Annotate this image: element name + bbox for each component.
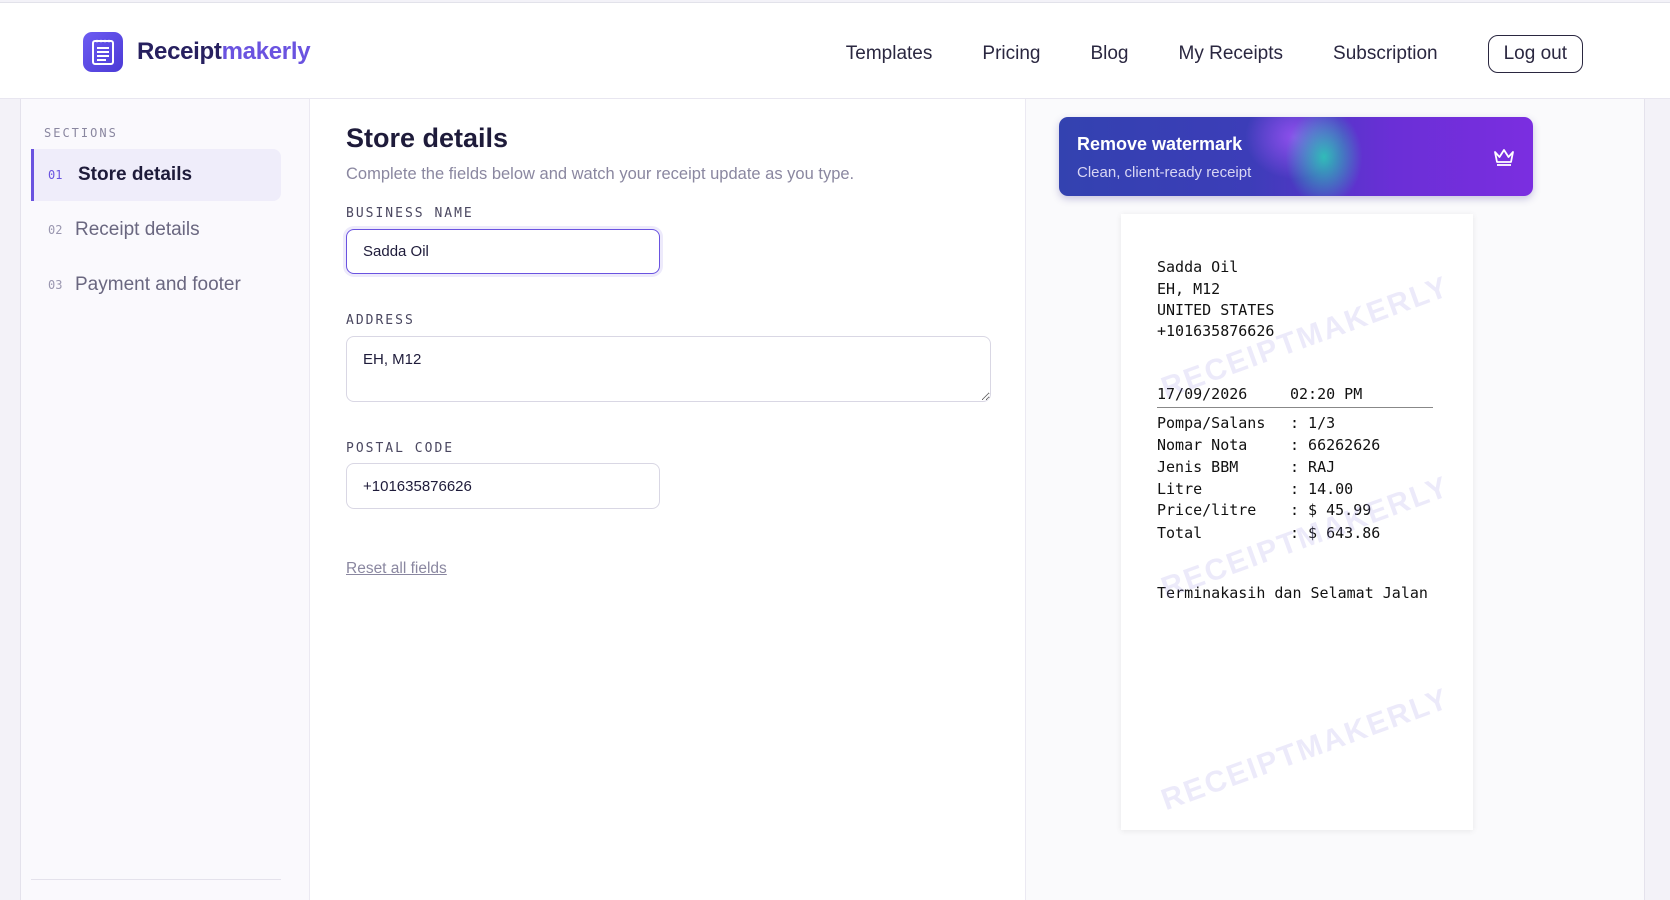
top-header: Receiptmakerly Templates Pricing Blog My… — [0, 2, 1670, 99]
postal-code-input[interactable] — [346, 463, 660, 509]
receipt-row-key: Price/litre — [1157, 501, 1257, 519]
receipt-row-value: : 66262626 — [1290, 436, 1381, 454]
receipt-row-key: Pompa/Salans — [1157, 414, 1266, 432]
receipt-separator — [1157, 407, 1433, 408]
banner-title: Remove watermark — [1077, 134, 1243, 154]
receipt-row: Jenis BBM : RAJ — [1157, 458, 1437, 476]
remove-watermark-banner[interactable]: Remove watermark Clean, client-ready rec… — [1059, 117, 1533, 196]
receipt-row-value: : RAJ — [1290, 458, 1336, 476]
sidebar-item-payment-footer[interactable]: 03 Payment and footer — [31, 259, 281, 311]
page-subtitle: Complete the fields below and watch your… — [346, 165, 855, 183]
receipt-paper: Sadda Oil EH, M12 UNITED STATES +1016358… — [1121, 214, 1473, 830]
brand-name-part1: Receipt — [137, 38, 222, 65]
business-name-label: BUSINESS NAME — [346, 206, 474, 221]
receipt-preview-panel: Remove watermark Clean, client-ready rec… — [1026, 99, 1644, 900]
receipt-address: EH, M12 — [1157, 280, 1221, 298]
receipt-row-key: Jenis BBM — [1157, 458, 1239, 476]
reset-fields-link[interactable]: Reset all fields — [346, 560, 447, 578]
brand-logo[interactable]: Receiptmakerly — [83, 32, 311, 72]
address-label: ADDRESS — [346, 313, 415, 328]
banner-subtitle: Clean, client-ready receipt — [1077, 164, 1252, 181]
sidebar-item-number: 01 — [48, 168, 63, 182]
sidebar-divider — [31, 879, 281, 880]
receipt-watermark: RECEIPTMAKERLY — [1157, 682, 1454, 818]
store-details-form: Store details Complete the fields below … — [311, 99, 1026, 900]
nav-subscription[interactable]: Subscription — [1333, 36, 1438, 72]
receipt-country: UNITED STATES — [1157, 301, 1275, 319]
page-title: Store details — [346, 123, 509, 153]
nav-templates[interactable]: Templates — [846, 36, 933, 72]
sidebar-item-label: Receipt details — [75, 219, 200, 240]
sidebar-item-label: Payment and footer — [75, 274, 241, 295]
brand-name: Receiptmakerly — [137, 38, 311, 66]
logout-button[interactable]: Log out — [1487, 35, 1583, 73]
receipt-row-key: Litre — [1157, 480, 1203, 498]
sidebar-item-number: 02 — [48, 223, 63, 237]
sidebar-item-receipt-details[interactable]: 02 Receipt details — [31, 204, 281, 256]
sidebar-item-label: Store details — [78, 164, 193, 185]
postal-code-label: POSTAL CODE — [346, 441, 455, 456]
sections-sidebar: SECTIONS 01 Store details 02 Receipt det… — [21, 99, 310, 900]
nav-blog[interactable]: Blog — [1090, 36, 1128, 72]
crown-icon — [1494, 149, 1514, 166]
business-name-input[interactable] — [346, 229, 660, 274]
main-nav: Templates Pricing Blog My Receipts Subsc… — [846, 35, 1670, 73]
nav-pricing[interactable]: Pricing — [982, 36, 1040, 72]
receipt-row: Nomar Nota : 66262626 — [1157, 436, 1437, 454]
editor-frame: SECTIONS 01 Store details 02 Receipt det… — [20, 99, 1645, 900]
receipt-time: 02:20 PM — [1290, 385, 1363, 403]
sidebar-item-number: 03 — [48, 278, 63, 292]
sections-heading: SECTIONS — [44, 126, 118, 140]
receipt-logo-icon — [83, 32, 123, 72]
receipt-store-name: Sadda Oil — [1157, 258, 1239, 276]
receipt-row-value: : 1/3 — [1290, 414, 1336, 432]
address-textarea[interactable]: EH, M12 — [346, 336, 991, 402]
nav-my-receipts[interactable]: My Receipts — [1179, 36, 1284, 72]
receipt-row-value: : 14.00 — [1290, 480, 1354, 498]
receipt-row: Pompa/Salans : 1/3 — [1157, 414, 1437, 432]
brand-name-part2: makerly — [221, 38, 311, 65]
receipt-row-key: Nomar Nota — [1157, 436, 1248, 454]
sidebar-item-store-details[interactable]: 01 Store details — [31, 149, 281, 201]
